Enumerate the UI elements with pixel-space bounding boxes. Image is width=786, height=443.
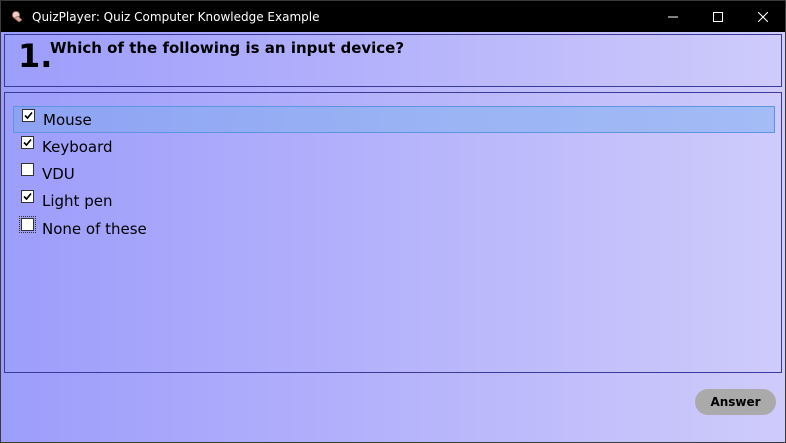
question-number: 1. — [18, 37, 53, 75]
window-controls — [650, 1, 785, 32]
option-label: Mouse — [43, 110, 92, 129]
option-label: Light pen — [42, 191, 113, 210]
quizplayer-icon — [10, 9, 26, 25]
option-light-pen[interactable]: Light pen — [13, 187, 775, 214]
answer-button[interactable]: Answer — [695, 389, 776, 415]
checkbox-mouse[interactable] — [22, 109, 35, 122]
answers-panel: Mouse Keyboard VDU Light pen None of the… — [4, 92, 782, 373]
option-keyboard[interactable]: Keyboard — [13, 133, 775, 160]
checkbox-vdu[interactable] — [21, 163, 34, 176]
question-panel: 1. Which of the following is an input de… — [4, 34, 782, 87]
checkbox-light-pen[interactable] — [21, 190, 34, 203]
option-label: VDU — [42, 164, 75, 183]
checkbox-keyboard[interactable] — [21, 136, 34, 149]
option-vdu[interactable]: VDU — [13, 160, 775, 187]
close-icon[interactable] — [740, 1, 785, 32]
quizplayer-window: QuizPlayer: Quiz Computer Knowledge Exam… — [0, 0, 786, 443]
window-title: QuizPlayer: Quiz Computer Knowledge Exam… — [32, 9, 320, 24]
minimize-icon[interactable] — [650, 1, 695, 32]
maximize-icon[interactable] — [695, 1, 740, 32]
option-label: None of these — [42, 219, 147, 238]
option-none-of-these[interactable]: None of these — [13, 215, 775, 242]
question-text: Which of the following is an input devic… — [50, 39, 405, 57]
option-label: Keyboard — [42, 137, 113, 156]
title-bar[interactable]: QuizPlayer: Quiz Computer Knowledge Exam… — [1, 1, 785, 32]
option-mouse[interactable]: Mouse — [13, 106, 775, 133]
checkbox-none-of-these[interactable] — [19, 216, 36, 233]
